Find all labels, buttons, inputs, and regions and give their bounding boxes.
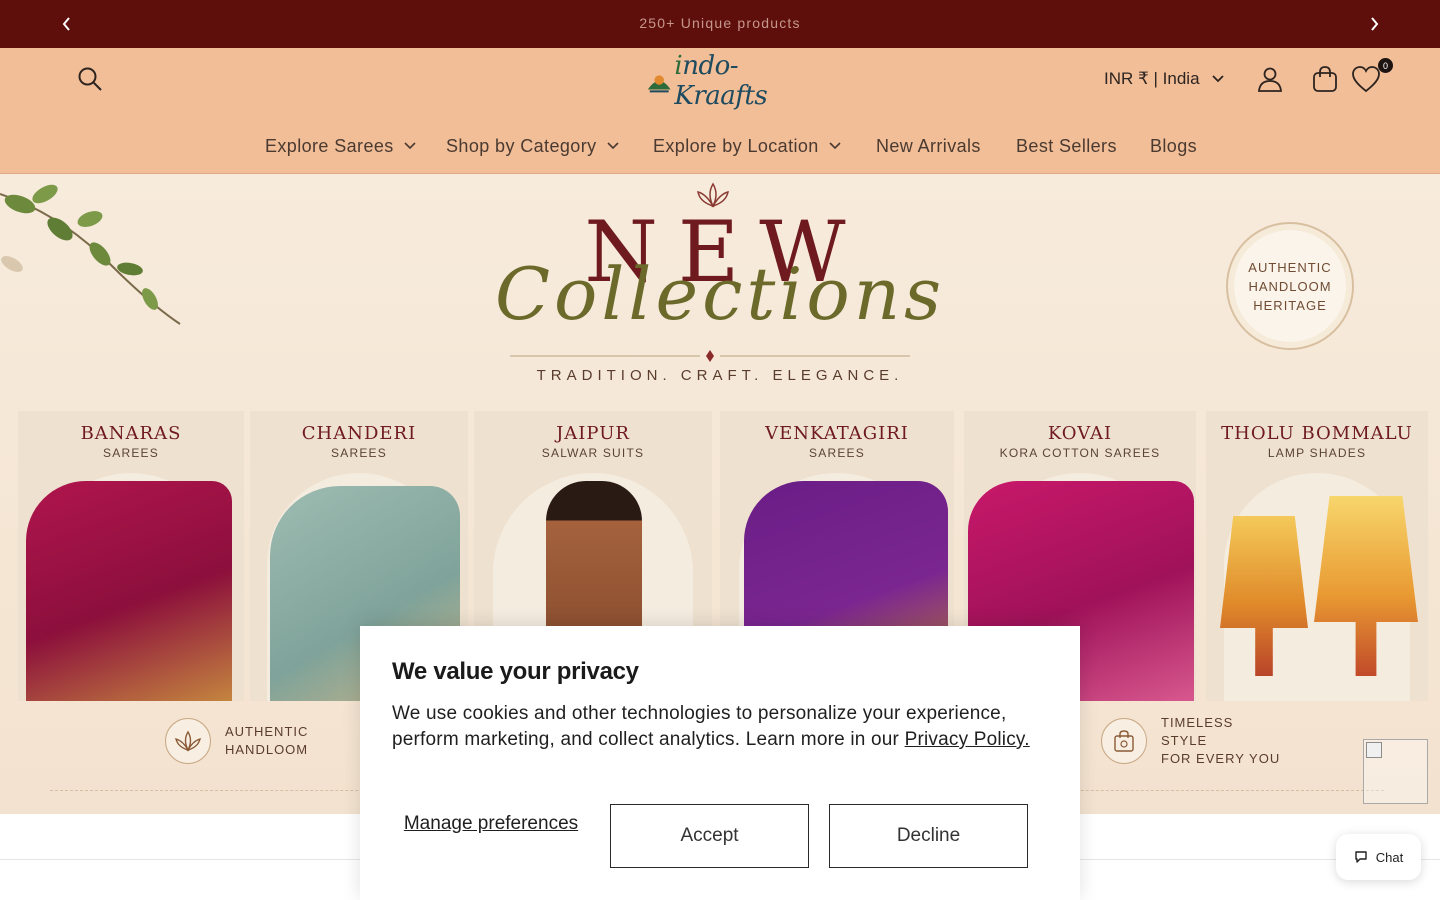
heritage-seal: AUTHENTIC HANDLOOM HERITAGE <box>1226 222 1354 350</box>
site-logo[interactable]: indo-Kraafts <box>646 51 822 111</box>
privacy-policy-link[interactable]: Privacy Policy. <box>905 729 1030 750</box>
feature-authentic-handloom: AUTHENTIC HANDLOOM <box>165 716 345 766</box>
shopping-bag-icon <box>1101 718 1147 764</box>
cookie-title: We value your privacy <box>392 658 639 685</box>
card-title: CHANDERI <box>301 423 417 444</box>
nav-item-blogs[interactable]: Blogs <box>1150 132 1197 160</box>
card-subtitle: SAREES <box>331 446 387 460</box>
hero-tagline: TRADITION. CRAFT. ELEGANCE. <box>536 367 904 384</box>
card-title: KOVAI <box>1047 423 1113 444</box>
nav-item-explore-sarees[interactable]: Explore Sarees <box>265 132 416 160</box>
card-subtitle: SAREES <box>809 446 865 460</box>
chevron-right-icon <box>1371 17 1379 31</box>
chevron-down-icon <box>606 142 619 150</box>
nav-item-new-arrivals[interactable]: New Arrivals <box>876 132 981 160</box>
card-subtitle: LAMP SHADES <box>1267 446 1367 460</box>
logo-text: indo-Kraafts <box>674 51 768 111</box>
card-title: JAIPUR <box>556 423 630 444</box>
cart-button[interactable] <box>1308 62 1342 96</box>
chat-bubble-icon <box>1355 851 1367 863</box>
announcement-text: 250+ Unique products <box>639 15 801 31</box>
announcement-bar: 250+ Unique products <box>0 0 1440 48</box>
nav-item-label: Explore by Location <box>653 135 819 156</box>
wishlist-count-badge: 0 <box>1378 58 1393 73</box>
site-header: indo-Kraafts INR ₹ | India 0 Explore Sar… <box>0 48 1440 174</box>
ornament-divider <box>510 350 910 362</box>
heart-icon <box>1352 66 1380 93</box>
collection-card-tholu-bommalu[interactable]: THOLU BOMMALU LAMP SHADES <box>1206 411 1428 701</box>
decline-button[interactable]: Decline <box>829 804 1028 868</box>
currency-label: INR ₹ | India <box>1104 69 1200 88</box>
main-nav: Explore Sarees Shop by Category Explore … <box>0 132 1440 160</box>
feature-timeless-style: TIMELESS STYLE FOR EVERY YOU <box>1101 715 1281 766</box>
search-icon <box>78 67 102 91</box>
broken-image-placeholder <box>1363 739 1428 804</box>
seal-text: AUTHENTIC HANDLOOM HERITAGE <box>1248 259 1332 313</box>
nav-item-label: Blogs <box>1150 135 1198 156</box>
chat-button[interactable]: Chat <box>1336 834 1421 880</box>
chevron-down-icon <box>829 142 841 150</box>
nav-item-label: Explore Sarees <box>265 135 394 156</box>
accept-button[interactable]: Accept <box>610 804 809 868</box>
nav-item-label: New Arrivals <box>876 135 981 156</box>
nav-item-shop-by-category[interactable]: Shop by Category <box>446 132 619 160</box>
account-button[interactable] <box>1253 62 1287 96</box>
collection-card-banaras[interactable]: BANARAS SAREES <box>18 411 244 701</box>
announcement-next-button[interactable] <box>1362 12 1386 36</box>
chevron-down-icon <box>404 142 416 150</box>
broken-image-icon <box>1366 742 1382 758</box>
feature-text: TIMELESS STYLE FOR EVERY YOU <box>1161 715 1281 766</box>
chevron-down-icon <box>1211 75 1224 83</box>
account-icon <box>1258 67 1282 92</box>
card-title: THOLU BOMMALU <box>1221 423 1413 444</box>
card-title: BANARAS <box>80 423 182 444</box>
card-subtitle: SAREES <box>103 446 159 460</box>
cookie-consent-banner: We value your privacy We use cookies and… <box>360 626 1080 900</box>
card-subtitle: KORA COTTON SAREES <box>999 446 1161 460</box>
currency-selector[interactable]: INR ₹ | India <box>1104 67 1224 91</box>
hero-script-headline: Collections <box>494 252 946 336</box>
chat-label: Chat <box>1375 849 1404 865</box>
nav-item-label: Shop by Category <box>446 135 597 156</box>
feature-text: AUTHENTIC HANDLOOM <box>225 724 309 757</box>
card-title: VENKATAGIRI <box>765 423 909 444</box>
nav-item-best-sellers[interactable]: Best Sellers <box>1016 132 1117 160</box>
nav-item-label: Best Sellers <box>1016 135 1117 156</box>
lotus-icon <box>165 718 211 764</box>
logo-mark-icon <box>647 75 671 93</box>
manage-preferences-link[interactable]: Manage preferences <box>392 812 590 836</box>
card-subtitle: SALWAR SUITS <box>541 446 645 460</box>
cart-icon <box>1313 66 1337 92</box>
cookie-description: We use cookies and other technologies to… <box>392 703 1030 750</box>
nav-item-explore-by-location[interactable]: Explore by Location <box>653 132 841 160</box>
search-button[interactable] <box>74 63 106 95</box>
